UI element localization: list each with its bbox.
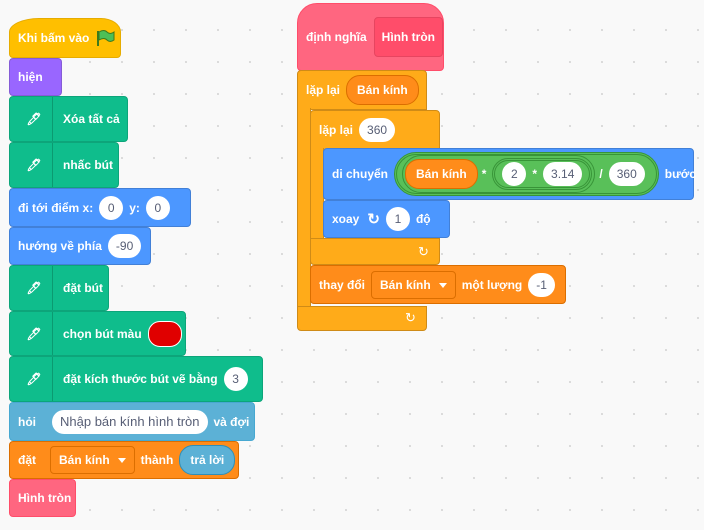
to-label: thành [140, 453, 174, 467]
set-pen-size-block[interactable]: 🖊 đặt kích thước bút vẽ bằng 3 [9, 356, 263, 402]
point-direction-label: hướng về phía [18, 239, 102, 253]
change-label: thay đổi [319, 277, 366, 292]
set-pen-color-label: chọn bút màu [63, 326, 142, 341]
change-amount-input[interactable]: -1 [528, 272, 555, 297]
when-flag-clicked-block[interactable]: Khi bấm vào [9, 18, 121, 58]
pen-icon: 🖊 [16, 357, 53, 401]
turn-label: xoay [332, 212, 360, 226]
pen-up-label: nhấc bút [63, 158, 113, 172]
divisor-input[interactable]: 360 [608, 162, 645, 186]
multiply-sign: * [481, 167, 487, 181]
repeat-outer-label: lặp lại [306, 83, 341, 97]
by-label: một lượng [461, 277, 523, 292]
point-direction-block[interactable]: hướng về phía -90 [9, 227, 151, 265]
pen-down-label: đặt bút [63, 281, 103, 295]
radius-reporter[interactable]: Bán kính [346, 75, 419, 105]
steps-label: bước [664, 167, 696, 181]
repeat-count-input[interactable]: 360 [359, 118, 396, 142]
y-input[interactable]: 0 [145, 195, 170, 220]
degrees-input[interactable]: 1 [385, 207, 410, 231]
pen-icon: 🖊 [16, 143, 53, 187]
show-label: hiện [18, 70, 43, 84]
show-block[interactable]: hiện [9, 58, 62, 96]
and-wait-label: và đợi [213, 414, 250, 429]
pen-icon: 🖊 [16, 312, 53, 355]
green-flag-icon [97, 30, 115, 46]
set-variable-block[interactable]: đặt Bán kính thành trả lời [9, 441, 239, 479]
direction-input[interactable]: -90 [107, 234, 142, 258]
pen-icon: 🖊 [16, 266, 53, 310]
loop-arrow-icon: ↻ [405, 310, 416, 325]
variable-dropdown[interactable]: Bán kính [50, 446, 135, 474]
divide-sign: / [599, 167, 603, 181]
ask-and-wait-block[interactable]: hỏi Nhập bán kính hình tròn và đợi [9, 402, 255, 441]
move-label: di chuyển [332, 167, 389, 181]
call-circle-block[interactable]: Hình tròn [9, 479, 76, 517]
change-variable-block[interactable]: thay đổi Bán kính một lượng -1 [310, 265, 566, 304]
divide-operator[interactable]: Bán kính * 2 * 3.14 / 360 [394, 152, 659, 196]
y-label: y: [129, 200, 140, 215]
x-input[interactable]: 0 [99, 195, 124, 220]
set-pen-size-label: đặt kích thước bút vẽ bằng [63, 372, 218, 386]
factor-input[interactable]: 2 [502, 162, 527, 186]
when-flag-label: Khi bấm vào [18, 31, 90, 45]
degrees-label: độ [415, 212, 431, 226]
multiply-operator[interactable]: Bán kính * 2 * 3.14 [402, 155, 596, 193]
multiply-sign: * [532, 167, 538, 181]
erase-all-label: Xóa tất cả [63, 112, 120, 126]
goto-label: đi tới điểm x: [18, 200, 94, 215]
procedure-name[interactable]: Hình tròn [373, 17, 443, 57]
rotate-clockwise-icon: ↻ [367, 211, 380, 228]
define-label: định nghĩa [306, 30, 367, 44]
erase-all-block[interactable]: 🖊 Xóa tất cả [9, 96, 128, 142]
pen-color-swatch[interactable] [147, 320, 182, 347]
set-label: đặt [18, 453, 36, 467]
variable-dropdown[interactable]: Bán kính [371, 270, 456, 299]
pi-input[interactable]: 3.14 [543, 162, 583, 186]
pen-down-block[interactable]: 🖊 đặt bút [9, 265, 109, 311]
radius-reporter[interactable]: Bán kính [405, 159, 478, 189]
define-block[interactable]: định nghĩa Hình tròn [297, 3, 444, 71]
pen-icon: 🖊 [16, 97, 53, 141]
call-circle-label: Hình tròn [18, 491, 72, 505]
answer-reporter[interactable]: trả lời [179, 445, 236, 475]
pen-up-block[interactable]: 🖊 nhấc bút [9, 142, 119, 188]
goto-xy-block[interactable]: đi tới điểm x: 0 y: 0 [9, 188, 191, 227]
repeat-inner-label: lặp lại [319, 123, 354, 137]
turn-right-block[interactable]: xoay ↻ 1 độ [323, 200, 450, 238]
question-input[interactable]: Nhập bán kính hình tròn [52, 409, 208, 434]
loop-arrow-icon: ↻ [418, 244, 429, 259]
set-pen-color-block[interactable]: 🖊 chọn bút màu [9, 311, 186, 356]
move-steps-block[interactable]: di chuyển Bán kính * 2 * 3.14 / 360 bước [323, 148, 696, 200]
multiply-operator-inner[interactable]: 2 * 3.14 [492, 158, 593, 190]
pen-size-input[interactable]: 3 [223, 367, 248, 391]
ask-label: hỏi [18, 414, 36, 429]
